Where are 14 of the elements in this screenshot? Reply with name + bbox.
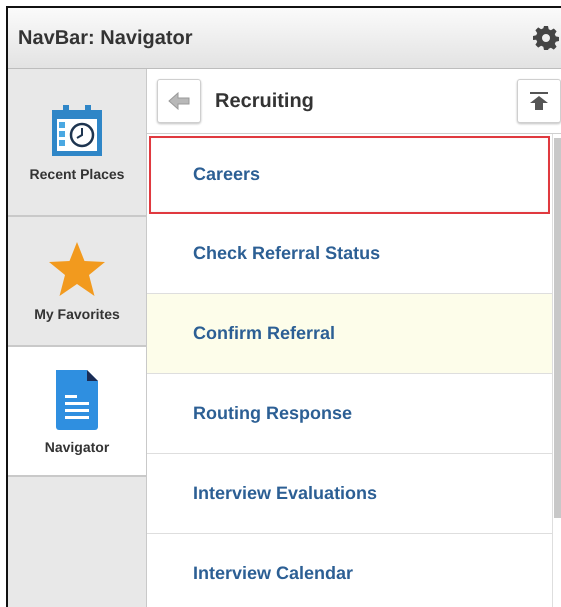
sidebar-item[interactable]: Navigator	[8, 347, 146, 477]
calendar-clock-icon	[49, 102, 105, 158]
menu-item[interactable]: Confirm Referral	[147, 294, 552, 374]
window-title: NavBar: Navigator	[18, 26, 193, 50]
menu-item[interactable]: Careers	[149, 136, 550, 214]
scroll-top-button[interactable]	[517, 79, 561, 123]
scrollbar-thumb[interactable]	[554, 138, 561, 518]
back-button[interactable]	[157, 79, 201, 123]
document-icon	[53, 367, 101, 431]
back-arrow-icon	[168, 92, 190, 110]
settings-icon[interactable]	[533, 25, 559, 51]
star-icon	[47, 240, 107, 298]
panel-title: Recruiting	[215, 90, 315, 112]
scroll-top-icon	[529, 91, 549, 111]
